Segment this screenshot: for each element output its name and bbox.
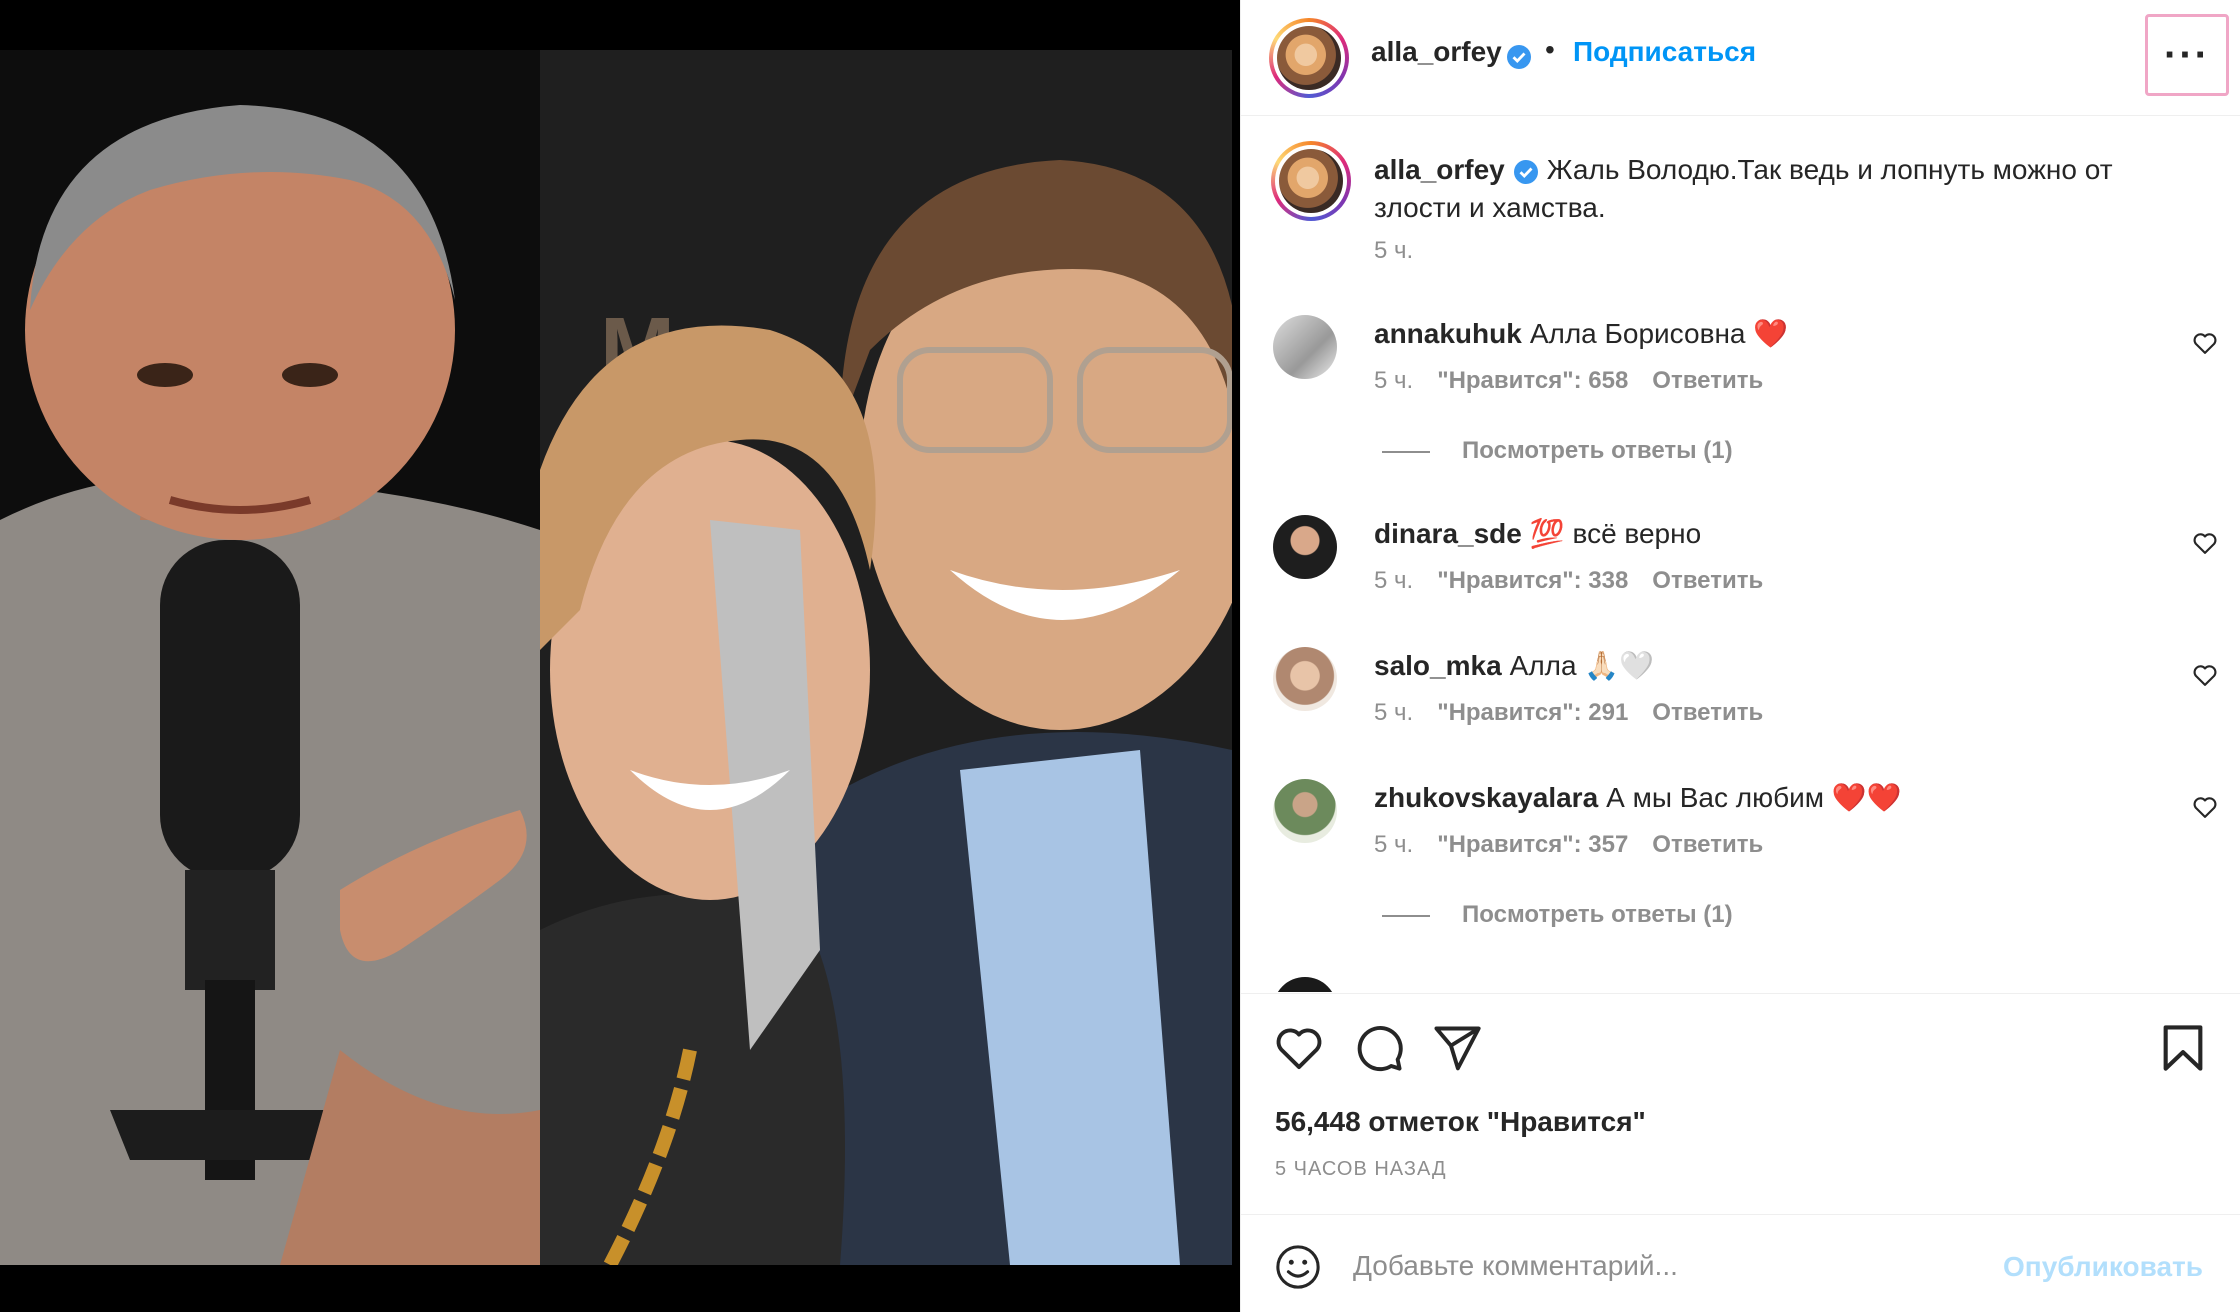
comment-meta: 5 ч. "Нравится": 658 Ответить <box>1374 367 1787 395</box>
commenter-avatar[interactable] <box>1273 647 1337 711</box>
author-username-block[interactable]: alla_orfey <box>1371 36 1532 70</box>
comment-time[interactable]: 5 ч. <box>1374 831 1413 858</box>
commenter-avatar[interactable] <box>1273 779 1337 843</box>
share-icon[interactable] <box>1431 1022 1483 1074</box>
comment-body: 💯 всё верно <box>1529 518 1702 549</box>
likes-count[interactable]: 56,448 отметок "Нравится" <box>1275 1106 1646 1138</box>
verified-badge-icon <box>1507 44 1532 69</box>
post-actions: 56,448 отметок "Нравится" 5 ЧАСОВ НАЗАД <box>1241 993 2240 1213</box>
commenter-username[interactable]: dinara_sde <box>1374 518 1522 549</box>
replies-divider <box>1382 914 1430 917</box>
bookmark-icon[interactable] <box>2157 1022 2209 1074</box>
more-options-button[interactable]: ··· <box>2145 14 2229 96</box>
reply-button[interactable]: Ответить <box>1652 367 1763 394</box>
more-icon: ··· <box>2164 32 2210 77</box>
commenter-avatar[interactable] <box>1273 315 1337 379</box>
heart-icon[interactable] <box>1273 1022 1325 1074</box>
comment-likes[interactable]: "Нравится": 338 <box>1437 567 1628 594</box>
comment-like-heart-icon[interactable] <box>2191 661 2219 689</box>
reply-button[interactable]: Ответить <box>1652 699 1763 726</box>
caption-time[interactable]: 5 ч. <box>1374 237 1413 265</box>
commenter-avatar[interactable] <box>1273 515 1337 579</box>
caption: alla_orfey Жаль Володю.Так ведь и лопнуть… <box>1374 151 2194 227</box>
comment-text-line: salo_mka Алла 🙏🏻🤍 <box>1374 649 1654 682</box>
caption-author-avatar[interactable] <box>1271 141 1351 221</box>
view-replies-button[interactable]: Посмотреть ответы (1) <box>1382 901 1733 929</box>
commenter-username[interactable]: annakuhuk <box>1374 318 1522 349</box>
verified-badge-icon <box>1513 159 1538 184</box>
commenter-avatar[interactable] <box>1273 977 1337 992</box>
post-header: alla_orfey • Подписаться ··· <box>1241 0 2240 116</box>
comments-list[interactable]: alla_orfey Жаль Володю.Так ведь и лопнуть… <box>1241 117 2240 992</box>
comment-time[interactable]: 5 ч. <box>1374 567 1413 594</box>
post-media[interactable]: M OM <box>0 0 1240 1312</box>
photo-left-man-with-microphone <box>0 50 540 1265</box>
caption-author-username[interactable]: alla_orfey <box>1374 154 1505 185</box>
comment-composer: Опубликовать <box>1241 1214 2240 1312</box>
replies-divider <box>1382 450 1430 453</box>
post-side-panel: alla_orfey • Подписаться ··· alla_orfey Ж… <box>1240 0 2240 1312</box>
author-username[interactable]: alla_orfey <box>1371 36 1502 67</box>
comment-body: А мы Вас любим ❤️❤️ <box>1606 782 1902 813</box>
comment-meta: 5 ч. "Нравится": 357 Ответить <box>1374 831 1787 859</box>
post-time-ago[interactable]: 5 ЧАСОВ НАЗАД <box>1275 1158 1447 1181</box>
commenter-username[interactable]: salo_mka <box>1374 650 1502 681</box>
comment-meta: 5 ч. "Нравится": 291 Ответить <box>1374 699 1787 727</box>
comment-input[interactable] <box>1353 1243 1953 1289</box>
photo-right-couple: M OM <box>540 50 1232 1265</box>
comment-icon[interactable] <box>1353 1022 1405 1074</box>
publish-button[interactable]: Опубликовать <box>2003 1251 2203 1283</box>
comment-like-heart-icon[interactable] <box>2191 329 2219 357</box>
photo-left-illustration <box>0 50 540 1265</box>
view-replies-label: Посмотреть ответы (1) <box>1462 437 1733 464</box>
comment-likes[interactable]: "Нравится": 291 <box>1437 699 1628 726</box>
reply-button[interactable]: Ответить <box>1652 567 1763 594</box>
view-replies-button[interactable]: Посмотреть ответы (1) <box>1382 437 1733 465</box>
emoji-icon[interactable] <box>1275 1244 1321 1290</box>
comment-like-heart-icon[interactable] <box>2191 529 2219 557</box>
commenter-username[interactable]: zhukovskayalara <box>1374 782 1598 813</box>
comment-likes[interactable]: "Нравится": 658 <box>1437 367 1628 394</box>
comment-text-line: zhukovskayalara А мы Вас любим ❤️❤️ <box>1374 781 1902 814</box>
author-avatar[interactable] <box>1269 18 1349 98</box>
comment-text-line: annakuhuk Алла Борисовна ❤️ <box>1374 317 1788 350</box>
follow-button[interactable]: Подписаться <box>1573 36 1756 68</box>
comment-time[interactable]: 5 ч. <box>1374 699 1413 726</box>
comment-time[interactable]: 5 ч. <box>1374 367 1413 394</box>
comment-text-line: dinara_sde 💯 всё верно <box>1374 517 1701 550</box>
comment-body: Алла Борисовна ❤️ <box>1529 318 1789 349</box>
comment-like-heart-icon[interactable] <box>2191 793 2219 821</box>
comment-likes[interactable]: "Нравится": 357 <box>1437 831 1628 858</box>
separator-dot: • <box>1545 34 1555 65</box>
comment-body: Алла 🙏🏻🤍 <box>1509 650 1655 681</box>
view-replies-label: Посмотреть ответы (1) <box>1462 901 1733 928</box>
photo-right-illustration: M OM <box>540 50 1232 1265</box>
reply-button[interactable]: Ответить <box>1652 831 1763 858</box>
comment-meta: 5 ч. "Нравится": 338 Ответить <box>1374 567 1787 595</box>
